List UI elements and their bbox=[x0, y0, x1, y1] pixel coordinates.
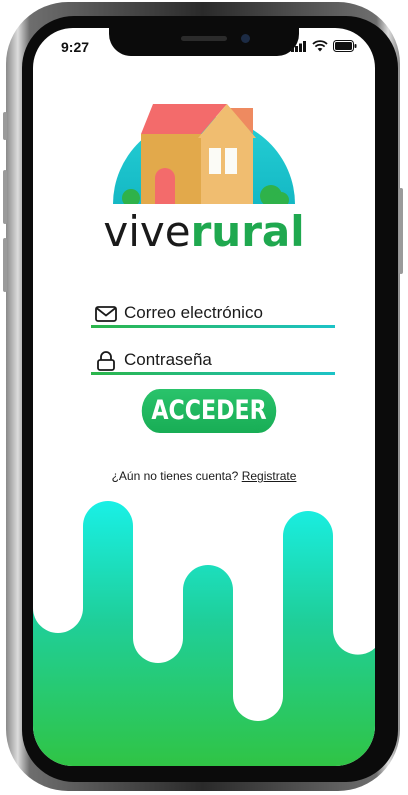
app-screen: 9:27 viverural Correo electrónico Contra… bbox=[33, 28, 375, 766]
login-button[interactable]: ACCEDER bbox=[141, 389, 277, 433]
mail-icon bbox=[95, 306, 117, 322]
battery-icon bbox=[333, 40, 357, 52]
front-camera bbox=[241, 34, 250, 43]
password-underline bbox=[91, 372, 335, 375]
email-label: Correo electrónico bbox=[124, 303, 263, 322]
password-label: Contraseña bbox=[124, 350, 212, 369]
status-icons bbox=[291, 40, 357, 52]
decorative-waves bbox=[33, 501, 375, 766]
logo-house bbox=[113, 104, 295, 204]
register-link[interactable]: Registrate bbox=[242, 469, 297, 483]
notch bbox=[109, 28, 299, 56]
password-field[interactable]: Contraseña bbox=[91, 347, 335, 375]
wifi-icon bbox=[312, 40, 328, 52]
app-wordmark: viverural bbox=[33, 209, 375, 255]
volume-down-button bbox=[3, 238, 7, 292]
mute-switch bbox=[3, 112, 7, 140]
register-prompt-text: ¿Aún no tienes cuenta? bbox=[111, 469, 239, 483]
signal-icon bbox=[291, 40, 306, 52]
lock-icon bbox=[97, 351, 115, 371]
email-field[interactable]: Correo electrónico bbox=[91, 300, 335, 328]
speaker-grille bbox=[181, 36, 227, 41]
email-underline bbox=[91, 325, 335, 328]
status-time: 9:27 bbox=[61, 39, 90, 55]
power-button bbox=[399, 188, 403, 274]
volume-up-button bbox=[3, 170, 7, 224]
wordmark-rural: rural bbox=[190, 207, 305, 256]
wordmark-vive: vive bbox=[103, 207, 191, 256]
register-prompt: ¿Aún no tienes cuenta? Registrate bbox=[33, 469, 375, 483]
